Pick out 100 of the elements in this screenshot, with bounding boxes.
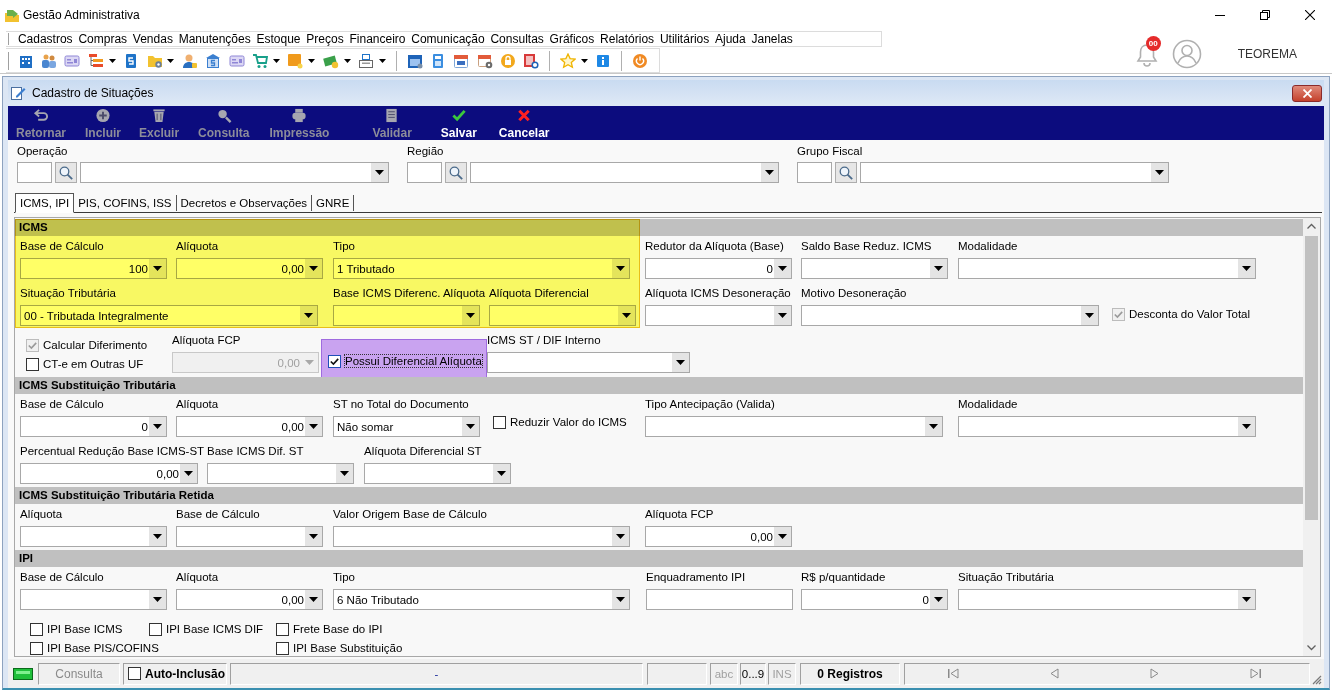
toolbar-button[interactable]: Salvar	[438, 106, 479, 140]
toolbar-button[interactable]: Cancelar	[496, 106, 552, 140]
checkbox[interactable]	[128, 667, 141, 680]
dropdown-field[interactable]	[20, 526, 167, 547]
vertical-scrollbar[interactable]	[1303, 218, 1320, 656]
menu-item[interactable]: Manutenções	[175, 32, 254, 46]
text-field[interactable]	[646, 589, 793, 610]
dropdown-field[interactable]	[958, 416, 1256, 437]
dropdown-field[interactable]: 0,00	[645, 526, 792, 547]
triangle-left-icon[interactable]	[1050, 668, 1059, 679]
tab[interactable]: ICMS, IPI	[15, 193, 75, 213]
search-button[interactable]	[835, 162, 857, 183]
field-label: Base ICMS Diferenc. Alíquota	[333, 287, 486, 299]
dropdown-field[interactable]: 6 Não Tributado	[333, 589, 630, 610]
checkbox[interactable]	[26, 357, 39, 371]
dropdown-field[interactable]: 0,00	[176, 416, 323, 437]
caret-icon[interactable]	[580, 58, 588, 63]
calendar-gear-icon[interactable]	[476, 52, 493, 69]
tab[interactable]: PIS, COFINS, ISS	[74, 195, 177, 211]
menu-item[interactable]: Estoque	[253, 32, 304, 46]
dropdown-field[interactable]: 0	[20, 416, 167, 437]
checkbox[interactable]	[149, 622, 162, 636]
dropdown-field[interactable]	[333, 526, 630, 547]
bell-icon[interactable]	[1135, 42, 1158, 67]
dropdown-field[interactable]	[958, 589, 1256, 610]
dropdown-field[interactable]	[487, 352, 690, 373]
checkbox[interactable]	[30, 622, 43, 636]
dropdown-field[interactable]	[958, 258, 1256, 279]
checkbox[interactable]	[30, 641, 43, 655]
dropdown-field[interactable]: 0,00	[20, 463, 198, 484]
lock-icon[interactable]	[500, 52, 517, 69]
dropdown-field[interactable]: 0	[645, 258, 792, 279]
status-indicator: abc	[714, 667, 734, 680]
tab[interactable]: Decretos e Observações	[176, 195, 313, 211]
caret-icon	[1238, 417, 1255, 436]
dropdown-field[interactable]	[470, 162, 779, 183]
menu-item[interactable]: Utilitários	[657, 32, 713, 46]
triangle-right-icon[interactable]	[1150, 668, 1159, 679]
dropdown-field[interactable]	[860, 162, 1169, 183]
minimize-icon[interactable]	[1214, 14, 1225, 16]
caret-icon[interactable]	[167, 58, 175, 63]
person-icon[interactable]	[181, 52, 198, 69]
dropdown-field[interactable]	[364, 463, 511, 484]
info-icon[interactable]	[595, 52, 612, 69]
menu-item[interactable]: Consultas	[487, 32, 547, 46]
caret-icon[interactable]	[108, 58, 116, 63]
caret-icon[interactable]	[308, 58, 316, 63]
dropdown-field[interactable]	[645, 305, 792, 326]
close-button[interactable]	[1292, 84, 1322, 102]
cash-register-icon[interactable]	[358, 52, 375, 69]
star-icon[interactable]	[559, 52, 576, 69]
menu-item[interactable]: Cadastros	[15, 32, 76, 46]
bank-icon[interactable]	[205, 52, 222, 69]
calendar-icon[interactable]	[453, 52, 470, 69]
caret-icon[interactable]	[272, 58, 280, 63]
tab[interactable]: GNRE	[312, 195, 355, 211]
dropdown-field[interactable]: Não somar	[333, 416, 480, 437]
id-card-icon[interactable]	[64, 52, 81, 69]
search-button[interactable]	[55, 162, 77, 183]
calendar-grid-icon[interactable]	[406, 52, 423, 69]
menu-item[interactable]: Preços	[303, 32, 347, 46]
power-icon[interactable]	[631, 52, 648, 69]
dropdown-field[interactable]: 0,00	[176, 589, 323, 610]
menu-item[interactable]: Compras	[75, 32, 130, 46]
caret-icon[interactable]	[343, 58, 351, 63]
dropdown-field[interactable]	[80, 162, 389, 183]
table-search-icon[interactable]	[523, 52, 540, 69]
dropdown-field[interactable]	[207, 463, 354, 484]
dropdown-field[interactable]	[176, 526, 323, 547]
menu-item[interactable]: Vendas	[129, 32, 176, 46]
checkbox[interactable]	[328, 354, 341, 368]
checkbox[interactable]	[276, 641, 289, 655]
code-field[interactable]	[797, 162, 832, 183]
menu-item[interactable]: Gráficos	[546, 32, 598, 46]
menu-item[interactable]: Ajuda	[712, 32, 749, 46]
code-field[interactable]	[17, 162, 52, 183]
dropdown-field[interactable]	[645, 416, 943, 437]
user-avatar-icon[interactable]	[1171, 38, 1202, 69]
menu-item[interactable]: Financeiro	[346, 32, 409, 46]
hierarchy-icon[interactable]	[87, 52, 104, 69]
code-field[interactable]	[407, 162, 442, 183]
dropdown-field[interactable]	[20, 589, 167, 610]
id-card-icon[interactable]	[228, 52, 245, 69]
close-icon[interactable]	[1304, 10, 1315, 20]
skip-back-icon[interactable]	[947, 668, 959, 679]
search-button[interactable]	[445, 162, 467, 183]
dropdown-field[interactable]	[801, 305, 1099, 326]
menu-item[interactable]: Janelas	[748, 32, 796, 46]
menu-item[interactable]: Comunicação	[408, 32, 488, 46]
checkbox[interactable]	[493, 415, 506, 429]
people-icon[interactable]	[41, 52, 58, 69]
checkbox[interactable]	[276, 622, 289, 636]
skip-forward-icon[interactable]	[1250, 668, 1262, 679]
scrollbar-thumb[interactable]	[1305, 236, 1318, 520]
menu-item[interactable]: Relatórios	[597, 32, 657, 46]
resize-grip-icon[interactable]	[1312, 675, 1322, 685]
caret-icon[interactable]	[378, 58, 386, 63]
restore-icon[interactable]	[1259, 10, 1270, 20]
dropdown-field[interactable]	[801, 258, 948, 279]
dropdown-field[interactable]: 0	[801, 589, 948, 610]
